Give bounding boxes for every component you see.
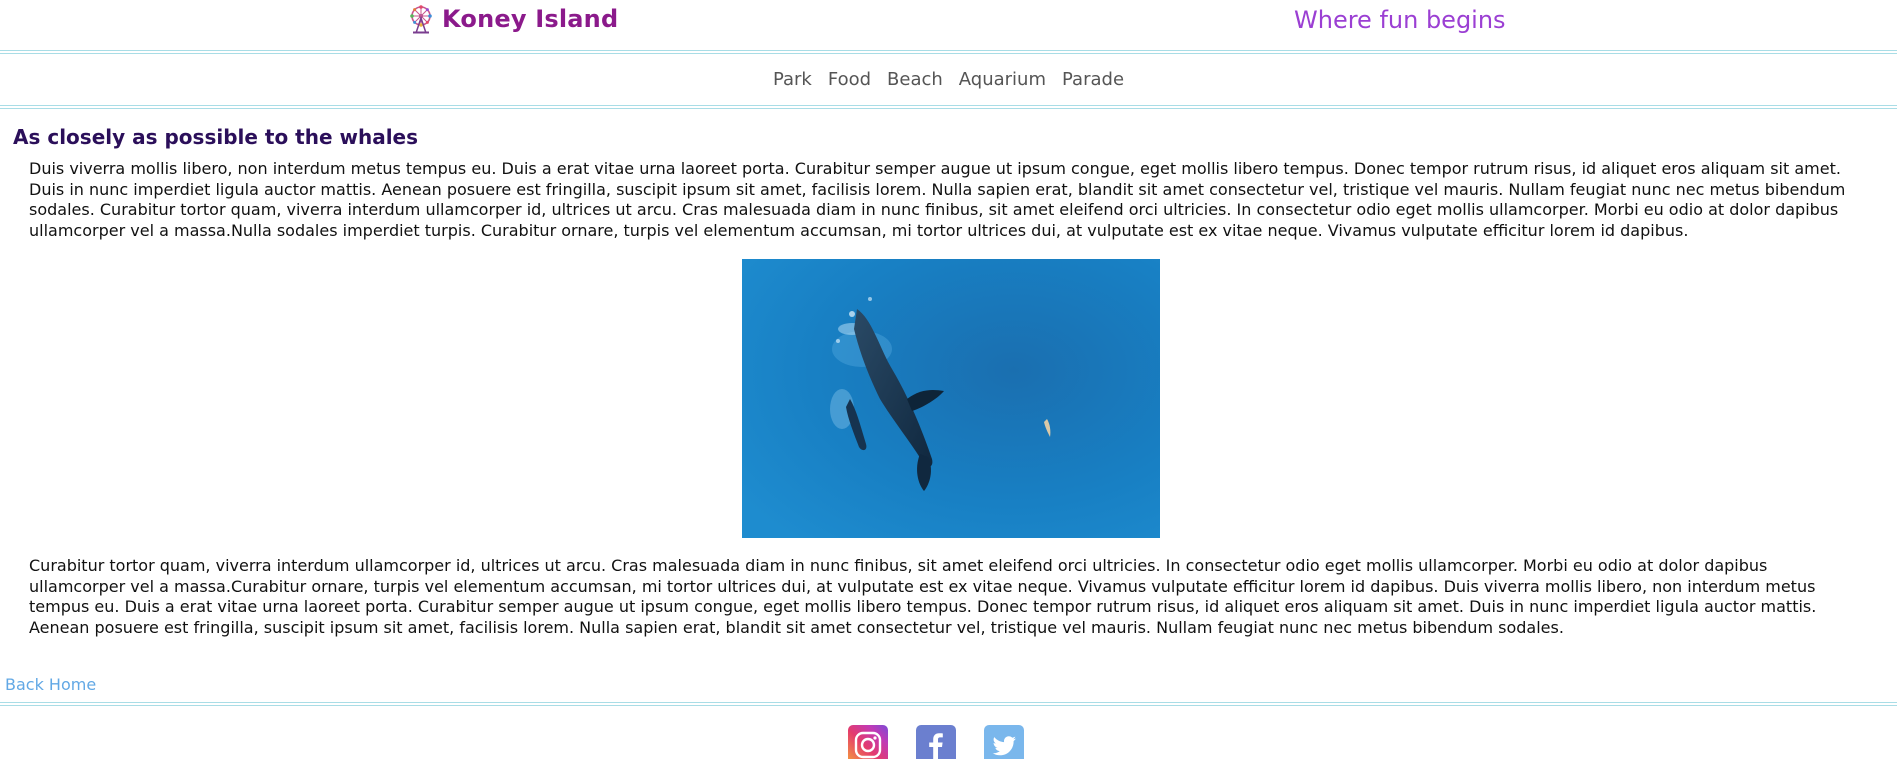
back-home-link[interactable]: Back Home	[5, 675, 1897, 695]
social-links	[0, 725, 1897, 759]
twitter-link[interactable]	[983, 725, 1024, 759]
nav-item-aquarium[interactable]: Aquarium	[959, 69, 1046, 90]
main-content: As closely as possible to the whales Dui…	[0, 109, 1897, 695]
image-figure	[0, 259, 1897, 538]
site-footer	[0, 725, 1897, 759]
whale-photo	[741, 259, 1160, 538]
nav-item-parade[interactable]: Parade	[1062, 69, 1124, 90]
body-paragraph: Curabitur tortor quam, viverra interdum …	[29, 556, 1817, 637]
facebook-icon	[928, 733, 943, 759]
page-title: As closely as possible to the whales	[13, 125, 419, 149]
facebook-link[interactable]	[915, 725, 956, 759]
site-header: Koney Island Where fun begins	[0, 0, 1897, 50]
twitter-icon	[992, 736, 1016, 756]
site-title: Koney Island	[442, 5, 619, 33]
ferris-wheel-icon	[410, 5, 432, 34]
nav-item-park[interactable]: Park	[773, 69, 812, 90]
brand[interactable]: Koney Island	[408, 4, 618, 34]
footer-divider	[0, 702, 1897, 706]
instagram-icon	[854, 731, 881, 759]
tagline: Where fun begins	[1294, 6, 1506, 34]
main-nav: Park Food Beach Aquarium Parade	[0, 54, 1897, 105]
nav-item-food[interactable]: Food	[828, 69, 871, 90]
nav-item-beach[interactable]: Beach	[887, 69, 943, 90]
intro-paragraph: Duis viverra mollis libero, non interdum…	[29, 159, 1846, 240]
instagram-link[interactable]	[847, 725, 888, 759]
